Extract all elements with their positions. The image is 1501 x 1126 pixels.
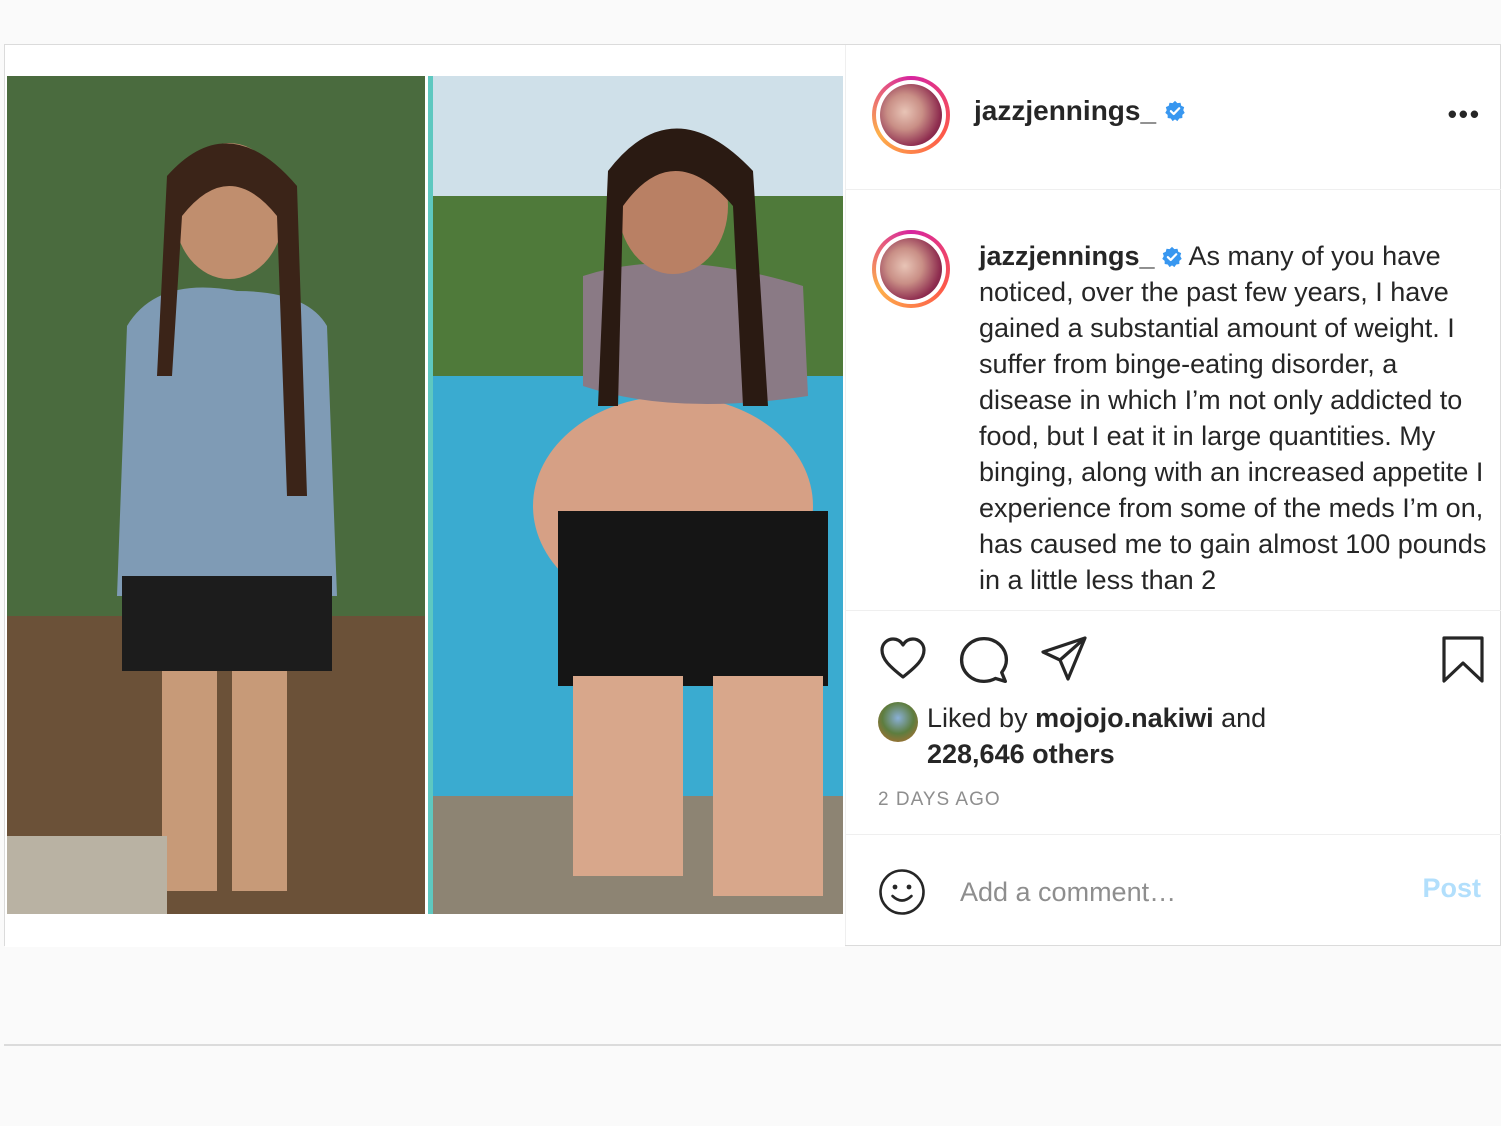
liked-by-prefix: Liked by <box>927 703 1028 733</box>
author-username[interactable]: jazzjennings_ <box>974 95 1156 127</box>
likes-text: Liked by mojojo.nakiwi and 228,646 other… <box>927 700 1266 772</box>
author-avatar[interactable] <box>872 76 950 154</box>
verified-icon <box>1161 246 1182 268</box>
post-card: jazzjennings_ ••• jazzjennings_ As many … <box>4 44 1501 947</box>
emoji-icon[interactable] <box>878 868 926 916</box>
page: jazzjennings_ ••• jazzjennings_ As many … <box>0 0 1501 1126</box>
share-icon[interactable] <box>1039 635 1089 683</box>
heart-icon[interactable] <box>878 635 928 683</box>
post-media[interactable] <box>5 45 845 947</box>
caption-area: jazzjennings_ As many of you have notice… <box>846 190 1501 611</box>
post-timestamp[interactable]: 2 DAYS AGO <box>878 789 1001 811</box>
caption-text: As many of you have noticed, over the pa… <box>979 241 1487 595</box>
liker-avatar[interactable] <box>878 702 918 742</box>
caption: jazzjennings_ As many of you have notice… <box>979 238 1494 598</box>
author-handle[interactable]: jazzjennings_ <box>974 95 1186 127</box>
action-bar <box>846 635 1501 685</box>
post-sidebar: jazzjennings_ ••• jazzjennings_ As many … <box>845 45 1501 945</box>
photo-after <box>433 76 843 914</box>
post-header: jazzjennings_ ••• <box>846 45 1501 190</box>
comment-input[interactable] <box>958 873 1402 911</box>
caption-avatar[interactable] <box>872 230 950 308</box>
liked-by-and: and <box>1221 703 1267 733</box>
bookmark-icon[interactable] <box>1441 635 1485 685</box>
post-comment-button[interactable]: Post <box>1422 873 1481 904</box>
comment-icon[interactable] <box>959 635 1009 685</box>
verified-icon <box>1165 100 1185 122</box>
caption-username[interactable]: jazzjennings_ <box>979 241 1155 271</box>
comment-box: Post <box>846 834 1501 946</box>
divider-line <box>4 1044 1501 1046</box>
more-options-button[interactable]: ••• <box>1448 99 1481 130</box>
liked-by-user[interactable]: mojojo.nakiwi <box>1035 703 1214 733</box>
photo-before <box>7 76 425 914</box>
more-icon[interactable]: ••• <box>1448 99 1481 129</box>
liked-by-others[interactable]: 228,646 others <box>927 739 1115 769</box>
